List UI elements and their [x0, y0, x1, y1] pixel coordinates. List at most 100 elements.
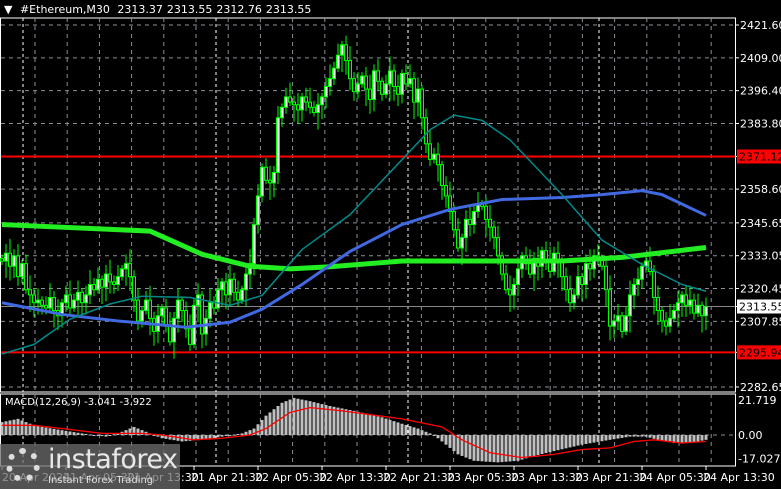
y-tick-label: 2396.40	[740, 85, 781, 98]
macd-histogram-bar	[496, 435, 500, 463]
macd-histogram-bar	[56, 429, 60, 435]
price-chart[interactable]: 2421.60 2409.00 2396.40 2383.80 2371.12 2358.…	[0, 0, 781, 489]
macd-histogram-bar	[576, 435, 580, 446]
macd-histogram-bar	[312, 402, 316, 435]
macd-histogram-bar	[448, 435, 452, 448]
gear-logo-icon	[6, 448, 40, 482]
candle-bear	[620, 315, 624, 332]
y-tick-label-price: 2313.55	[739, 300, 781, 313]
candle-bear	[28, 289, 32, 296]
macd-histogram-bar	[428, 433, 432, 435]
candle-bear	[80, 291, 84, 304]
macd-histogram-bar	[440, 435, 444, 442]
macd-histogram-bar	[340, 408, 344, 435]
candle-bear	[648, 260, 652, 272]
candle-bear	[660, 310, 664, 322]
candle-bear	[468, 218, 472, 226]
macd-histogram-bar	[700, 435, 704, 441]
candle-bull	[372, 70, 376, 101]
candle-bull	[576, 276, 580, 296]
macd-histogram-bar	[376, 416, 380, 435]
macd-y-tick-label: -17.027	[738, 452, 780, 465]
candle-bull	[124, 263, 128, 270]
candle-bull	[672, 310, 676, 319]
candle-bear	[292, 101, 296, 106]
macd-histogram-bar	[540, 435, 544, 455]
macd-histogram-bar	[616, 435, 620, 439]
candle-bull	[632, 283, 636, 296]
macd-histogram-bar	[572, 435, 576, 447]
candle-bear	[684, 294, 688, 306]
candle-bull	[160, 307, 164, 317]
candle-bear	[376, 70, 380, 82]
macd-histogram-bar	[460, 435, 464, 456]
candle-bear	[412, 78, 416, 103]
candle-bear	[568, 289, 572, 304]
macd-histogram-bar	[232, 434, 236, 436]
chart-header: ▼ #Ethereum,M30 2313.37 2313.55 2312.76 231…	[4, 3, 315, 16]
candle-bear	[504, 273, 508, 291]
macd-histogram-bar	[484, 435, 488, 462]
macd-histogram-bar	[412, 427, 416, 435]
candle-bull	[388, 70, 392, 85]
macd-histogram-bar	[400, 423, 404, 435]
candle-bull	[208, 302, 212, 319]
candle-bear	[580, 276, 584, 285]
x-tick-label: 23 Apr 21:30	[575, 471, 647, 484]
macd-histogram-bar	[212, 435, 216, 438]
macd-histogram-bar	[556, 435, 560, 451]
candle-bear	[652, 270, 656, 299]
candle-bear	[348, 59, 352, 80]
candle-bull	[276, 117, 280, 173]
macd-histogram-bar	[612, 435, 616, 440]
candle-bear	[112, 281, 116, 285]
macd-histogram-bar	[260, 419, 264, 435]
candle-bear	[656, 297, 660, 312]
candle-bear	[528, 263, 532, 275]
candle-bear	[232, 278, 236, 293]
candle-bull	[120, 268, 124, 278]
candle-bear	[188, 328, 192, 345]
macd-histogram-bar	[348, 410, 352, 435]
y-tick-label-level: 2371.12	[739, 151, 781, 164]
macd-histogram-bar	[468, 435, 472, 460]
watermark-brand: instaforex	[48, 444, 178, 475]
macd-histogram-bar	[544, 435, 548, 454]
macd-histogram-bar	[436, 435, 440, 439]
y-tick-label: 2282.65	[740, 381, 781, 394]
candle-bear	[456, 229, 460, 249]
macd-histogram-bar	[652, 435, 656, 439]
candle-bear	[700, 304, 704, 317]
triangle-down-icon[interactable]: ▼	[4, 3, 12, 16]
macd-histogram-bar	[308, 401, 312, 435]
candle-bull	[260, 166, 264, 197]
macd-histogram-bar	[332, 406, 336, 435]
candle-bull	[316, 104, 320, 114]
candle-bull	[324, 85, 328, 98]
candle-bull	[252, 224, 256, 265]
candle-bull	[512, 283, 516, 296]
macd-histogram-bar	[52, 428, 56, 435]
macd-histogram-bar	[4, 421, 8, 435]
macd-histogram-bar	[8, 420, 12, 435]
candle-bull	[704, 305, 708, 317]
macd-histogram-bar	[432, 435, 436, 436]
instaforex-watermark: instaforex Instant Forex Trading	[0, 444, 180, 489]
candle-bull	[48, 297, 52, 309]
macd-histogram-bar	[0, 422, 4, 435]
macd-histogram-bar	[380, 417, 384, 435]
macd-histogram-bar	[660, 435, 664, 441]
macd-histogram-bar	[304, 400, 308, 435]
macd-histogram-bar	[568, 435, 572, 448]
x-tick-label: 21 Apr 21:30	[191, 471, 263, 484]
macd-histogram-bar	[48, 428, 52, 435]
macd-histogram-bar	[236, 434, 240, 436]
candle-bull	[88, 283, 92, 296]
symbol-timeframe: #Ethereum,M30	[19, 3, 110, 16]
macd-histogram-bar	[240, 433, 244, 435]
macd-histogram-bar	[100, 435, 104, 437]
candle-bull	[220, 281, 224, 291]
y-tick-label: 2320.45	[740, 283, 781, 296]
candle-bear	[68, 294, 72, 309]
macd-histogram-bar	[124, 430, 128, 435]
